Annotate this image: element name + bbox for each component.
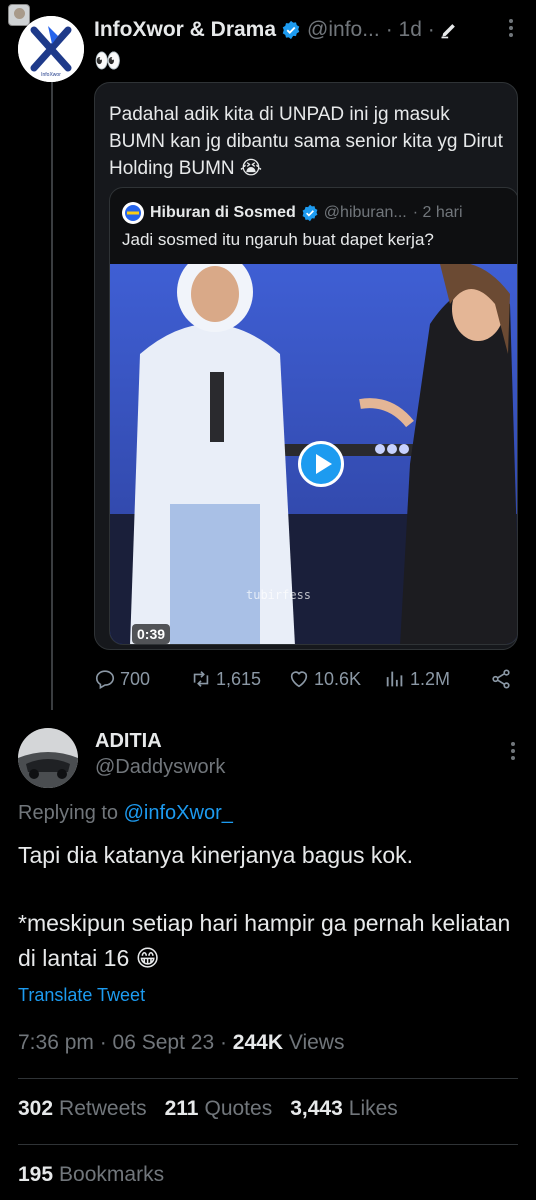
tweet2-body: Tapi dia katanya kinerjanya bagus kok. *…	[18, 838, 518, 1009]
tweet2-views-label: Views	[283, 1031, 345, 1054]
divider	[18, 1078, 518, 1079]
bookmarks-count: 195	[18, 1163, 54, 1186]
nested-quoted-tweet[interactable]: Hiburan di Sosmed @hiburan... · 2 hari J…	[109, 187, 517, 645]
tweet2-paragraph-2: *meskipun setiap hari hampir ga pernah k…	[18, 910, 511, 971]
tweet2-views-count: 244K	[232, 1031, 283, 1054]
nested-tweet-time[interactable]: · 2 hari	[413, 204, 463, 222]
tweet2-stats-row: 302 Retweets 211 Quotes 3,443 Likes	[18, 1097, 398, 1121]
quotes-count: 211	[164, 1097, 199, 1120]
tweet1-text: 👀	[94, 48, 121, 73]
quoted-tweet-card[interactable]: Padahal adik kita di UNPAD ini jg masuk …	[94, 82, 518, 650]
reply-icon	[95, 670, 115, 690]
divider	[18, 1144, 518, 1145]
current-user-avatar[interactable]	[8, 4, 30, 26]
tweet2-more-options-icon[interactable]	[508, 740, 518, 762]
reply-count: 700	[120, 668, 151, 689]
retweets-stat[interactable]: 302 Retweets	[18, 1097, 147, 1121]
replying-to: Replying to @infoXwor_	[18, 802, 233, 825]
tweet2-paragraph-1: Tapi dia katanya kinerjanya bagus kok.	[18, 842, 414, 868]
retweet-button[interactable]: 1,615	[190, 668, 288, 690]
nested-tweet-header: Hiburan di Sosmed @hiburan... · 2 hari	[122, 202, 463, 224]
replying-prefix: Replying to	[18, 802, 124, 824]
nested-tweet-handle[interactable]: @hiburan...	[324, 204, 407, 222]
like-button[interactable]: 10.6K	[288, 668, 384, 690]
quotes-label: Quotes	[204, 1097, 273, 1120]
verified-badge-icon	[282, 20, 300, 40]
reply-button[interactable]: 700	[94, 668, 190, 690]
retweets-label: Retweets	[59, 1097, 147, 1120]
views-button[interactable]: 1.2M	[384, 668, 490, 690]
quoted-tweet-text: Padahal adik kita di UNPAD ini jg masuk …	[109, 104, 503, 179]
bookmarks-stat[interactable]: 195 Bookmarks	[18, 1163, 164, 1187]
nested-tweet-text: Jadi sosmed itu ngaruh buat dapet kerja?	[122, 230, 434, 249]
views-chart-icon	[386, 671, 403, 687]
svg-text:InfoXwor: InfoXwor	[41, 72, 61, 78]
edited-pencil-icon[interactable]	[439, 20, 459, 40]
tweet1-header: InfoXwor & Drama @info... · 1d ·	[94, 16, 522, 44]
translate-tweet-link[interactable]: Translate Tweet	[18, 985, 145, 1006]
tweet1-handle[interactable]: @info...	[307, 18, 380, 42]
tweet1-action-bar: 700 1,615 10.6K 1.2M	[94, 664, 514, 694]
aditia-avatar[interactable]	[18, 728, 78, 788]
share-icon	[492, 669, 510, 689]
retweet-icon	[193, 671, 209, 687]
view-count: 1.2M	[410, 668, 451, 689]
tweet1-author-name[interactable]: InfoXwor & Drama	[94, 18, 276, 42]
video-watermark: tubirfess	[246, 588, 312, 602]
quotes-stat[interactable]: 211 Quotes	[165, 1097, 273, 1121]
retweet-count: 1,615	[216, 668, 262, 689]
bookmarks-label: Bookmarks	[59, 1163, 165, 1186]
video-duration: 0:39	[132, 624, 171, 644]
nested-tweet-author-name[interactable]: Hiburan di Sosmed	[150, 204, 296, 222]
share-button[interactable]	[490, 668, 512, 690]
infoxwor-avatar[interactable]: InfoXwor	[18, 16, 84, 82]
replying-mention-link[interactable]: @infoXwor_	[124, 802, 233, 824]
heart-icon	[290, 671, 308, 688]
retweets-count: 302	[18, 1097, 54, 1120]
tweet2-timestamp: 7:36 pm · 06 Sept 23 · 244K Views	[18, 1031, 344, 1055]
tweet1-time[interactable]: · 1d ·	[386, 18, 435, 42]
tweet1-more-options-icon[interactable]	[500, 16, 522, 40]
tweet2-time[interactable]: 7:36 pm · 06 Sept 23 ·	[18, 1031, 233, 1054]
tweet2-handle[interactable]: @Daddyswork	[95, 756, 225, 779]
likes-count: 3,443	[290, 1097, 343, 1120]
verified-badge-icon	[302, 204, 318, 222]
likes-stat[interactable]: 3,443 Likes	[290, 1097, 398, 1121]
thread-line	[51, 80, 53, 710]
like-count: 10.6K	[314, 668, 362, 689]
play-button-icon[interactable]	[298, 441, 344, 487]
tweet2-author-name[interactable]: ADITIA	[95, 730, 162, 753]
video-thumbnail[interactable]: tubirfess 0:39	[110, 264, 517, 644]
hiburan-avatar[interactable]	[122, 202, 144, 224]
likes-label: Likes	[348, 1097, 398, 1120]
